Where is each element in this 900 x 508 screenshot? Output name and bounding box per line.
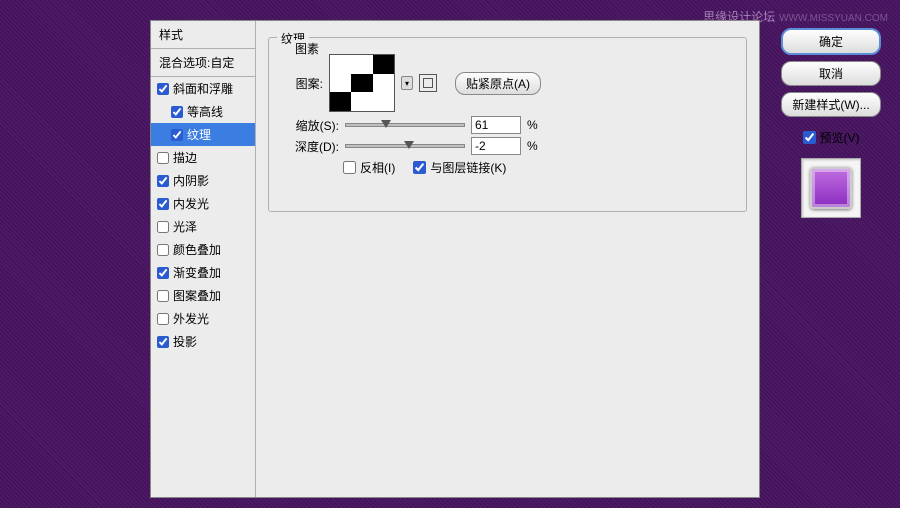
effect-label: 渐变叠加	[173, 264, 221, 281]
effect-checkbox[interactable]	[157, 221, 169, 233]
dialog-buttons: 确定 取消 新建样式(W)... 预览(V)	[772, 28, 890, 218]
preview-checkbox[interactable]	[803, 131, 816, 144]
effect-item-10[interactable]: 外发光	[151, 307, 255, 330]
preview-label: 预览(V)	[820, 129, 860, 146]
effect-checkbox[interactable]	[157, 244, 169, 256]
new-style-button[interactable]: 新建样式(W)...	[781, 92, 881, 117]
effect-label: 斜面和浮雕	[173, 80, 233, 97]
effect-item-11[interactable]: 投影	[151, 330, 255, 353]
link-layer-label: 与图层链接(K)	[430, 159, 506, 176]
effect-label: 颜色叠加	[173, 241, 221, 258]
scale-slider[interactable]	[345, 123, 465, 127]
sidebar-header: 样式	[151, 21, 255, 49]
effect-item-5[interactable]: 内发光	[151, 192, 255, 215]
layer-style-dialog: 样式 混合选项:自定 斜面和浮雕等高线纹理描边内阴影内发光光泽颜色叠加渐变叠加图…	[150, 20, 760, 498]
effect-checkbox[interactable]	[157, 175, 169, 187]
effect-label: 内阴影	[173, 172, 209, 189]
main-panel: 纹理 图素 图案: ▾ 贴紧原点(A) 缩放(S):	[256, 21, 759, 497]
effect-item-3[interactable]: 描边	[151, 146, 255, 169]
effect-checkbox[interactable]	[157, 198, 169, 210]
effect-label: 描边	[173, 149, 197, 166]
snap-origin-button[interactable]: 贴紧原点(A)	[455, 72, 541, 95]
subgroup-title: 图素	[291, 40, 323, 57]
effect-item-4[interactable]: 内阴影	[151, 169, 255, 192]
link-layer-checkbox[interactable]	[413, 161, 426, 174]
effect-checkbox[interactable]	[157, 83, 169, 95]
effect-item-2[interactable]: 纹理	[151, 123, 255, 146]
effect-item-9[interactable]: 图案叠加	[151, 284, 255, 307]
effect-label: 图案叠加	[173, 287, 221, 304]
effect-checkbox[interactable]	[157, 290, 169, 302]
pattern-subgroup: 图素 图案: ▾ 贴紧原点(A) 缩放(S):	[283, 54, 732, 176]
effect-item-8[interactable]: 渐变叠加	[151, 261, 255, 284]
effect-item-7[interactable]: 颜色叠加	[151, 238, 255, 261]
effect-label: 外发光	[173, 310, 209, 327]
invert-label: 反相(I)	[360, 159, 395, 176]
effect-checkbox[interactable]	[171, 106, 183, 118]
depth-slider[interactable]	[345, 144, 465, 148]
effect-checkbox[interactable]	[157, 267, 169, 279]
effect-item-0[interactable]: 斜面和浮雕	[151, 77, 255, 100]
scale-label: 缩放(S):	[283, 117, 339, 134]
effect-label: 内发光	[173, 195, 209, 212]
cancel-button[interactable]: 取消	[781, 61, 881, 86]
effect-checkbox[interactable]	[157, 152, 169, 164]
effect-checkbox[interactable]	[171, 129, 183, 141]
style-sidebar: 样式 混合选项:自定 斜面和浮雕等高线纹理描边内阴影内发光光泽颜色叠加渐变叠加图…	[151, 21, 256, 497]
ok-button[interactable]: 确定	[781, 28, 881, 55]
depth-input[interactable]	[471, 137, 521, 155]
effect-label: 等高线	[187, 103, 223, 120]
effect-item-1[interactable]: 等高线	[151, 100, 255, 123]
effect-checkbox[interactable]	[157, 313, 169, 325]
new-preset-button[interactable]	[419, 74, 437, 92]
pattern-label: 图案:	[283, 75, 323, 92]
texture-group: 纹理 图素 图案: ▾ 贴紧原点(A) 缩放(S):	[268, 37, 747, 212]
effect-label: 光泽	[173, 218, 197, 235]
blend-options[interactable]: 混合选项:自定	[151, 49, 255, 77]
effect-label: 投影	[173, 333, 197, 350]
effect-label: 纹理	[187, 126, 211, 143]
scale-input[interactable]	[471, 116, 521, 134]
depth-label: 深度(D):	[283, 138, 339, 155]
invert-checkbox[interactable]	[343, 161, 356, 174]
preview-thumbnail	[801, 158, 861, 218]
effect-checkbox[interactable]	[157, 336, 169, 348]
effect-item-6[interactable]: 光泽	[151, 215, 255, 238]
pattern-dropdown-icon[interactable]: ▾	[401, 76, 413, 90]
pattern-swatch[interactable]	[329, 54, 395, 112]
